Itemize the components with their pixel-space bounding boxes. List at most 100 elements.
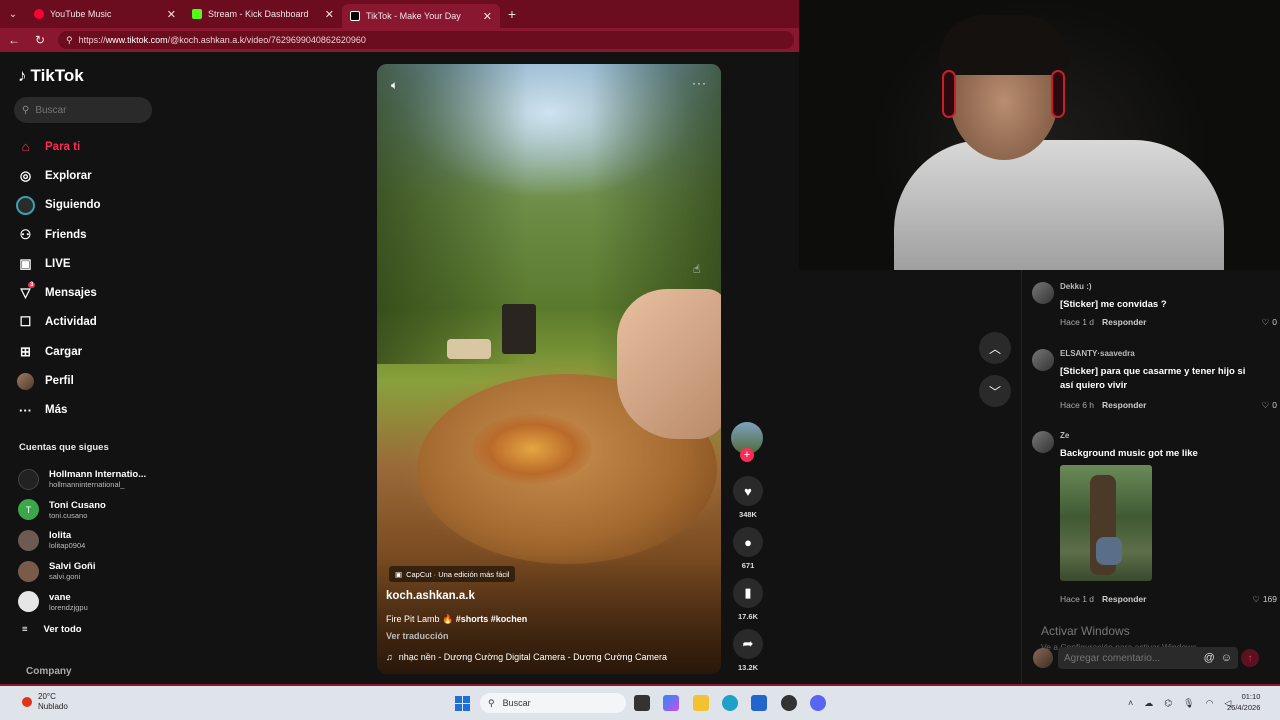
close-tab-icon[interactable]: ✕ bbox=[167, 8, 176, 21]
tab-youtube-music[interactable]: YouTube Music ✕ bbox=[26, 0, 184, 28]
sidebar: ♪ TikTok ⚲ ⌂ Para ti ◎ Explorar Siguiend bbox=[0, 52, 160, 686]
comment-like-button[interactable]: ♡ 169 bbox=[1252, 594, 1277, 605]
edge-icon[interactable] bbox=[722, 695, 738, 711]
file-explorer-icon[interactable] bbox=[693, 695, 709, 711]
sidebar-item-para-ti[interactable]: ⌂ Para ti bbox=[16, 132, 101, 161]
capcut-badge[interactable]: ▣ CapCut · Una edición más fácil bbox=[389, 566, 516, 582]
previous-video-button[interactable]: ︿ bbox=[979, 332, 1011, 364]
sidebar-item-friends[interactable]: ⚇ Friends bbox=[16, 220, 101, 249]
following-icon bbox=[16, 195, 35, 215]
task-view-icon[interactable] bbox=[634, 695, 650, 711]
search-icon: ⚲ bbox=[22, 104, 30, 116]
tab-menu-chevron-icon[interactable]: ⌄ bbox=[0, 0, 26, 28]
following-item[interactable]: T Toni Cusano toni.cusano bbox=[18, 495, 146, 526]
video-caption: Fire Pit Lamb 🔥 #shorts #kochen bbox=[386, 614, 527, 625]
video-music[interactable]: ♫ nhạc nền - Dương Cường Digital Camera … bbox=[386, 652, 667, 662]
wifi-icon[interactable]: ◠ bbox=[1206, 698, 1214, 709]
tiktok-note-icon: ♪ bbox=[18, 66, 27, 85]
tiktok-logo[interactable]: ♪ TikTok bbox=[18, 66, 84, 86]
weather-temp: 20°C bbox=[38, 692, 56, 701]
taskbar-search[interactable]: ⚲ Buscar bbox=[480, 693, 626, 713]
see-translation-link[interactable]: Ver traducción bbox=[386, 631, 449, 641]
comment-like-button[interactable]: ♡ 0 bbox=[1262, 400, 1277, 411]
avatar[interactable] bbox=[1032, 349, 1054, 371]
reload-icon[interactable]: ↻ bbox=[32, 33, 48, 47]
microphone-icon[interactable]: 🎙︎ bbox=[1183, 698, 1194, 709]
discord-icon[interactable] bbox=[810, 695, 826, 711]
comment-like-button[interactable]: ♡ 0 bbox=[1262, 317, 1277, 328]
avatar[interactable] bbox=[1032, 431, 1054, 453]
comment-username[interactable]: ELSANTY·saavedra bbox=[1060, 349, 1135, 358]
company-link[interactable]: Company bbox=[26, 666, 72, 677]
save-button[interactable]: ▮ 17.6K bbox=[731, 578, 765, 621]
comment-username[interactable]: Ze bbox=[1060, 431, 1069, 440]
obs-icon[interactable] bbox=[781, 695, 797, 711]
video-scene bbox=[617, 289, 721, 439]
site-info-icon[interactable]: ⚲ bbox=[66, 35, 73, 46]
reply-button[interactable]: Responder bbox=[1102, 400, 1146, 410]
sidebar-item-siguiendo[interactable]: Siguiendo bbox=[16, 191, 101, 220]
like-button[interactable]: ♥ 348K bbox=[731, 476, 765, 519]
store-icon[interactable] bbox=[751, 695, 767, 711]
capcut-label: CapCut · Una edición más fácil bbox=[406, 569, 510, 579]
clock-date: 26/4/2026 bbox=[1227, 703, 1261, 712]
follow-plus-icon[interactable]: + bbox=[740, 448, 754, 462]
tab-kick-dashboard[interactable]: Stream - Kick Dashboard ✕ bbox=[184, 0, 342, 28]
network-icon[interactable]: ⌬ bbox=[1164, 698, 1172, 709]
mute-icon[interactable]: 🔈︎ bbox=[391, 78, 398, 93]
weather-condition: Nublado bbox=[38, 702, 68, 711]
friends-icon: ⚇ bbox=[19, 226, 32, 242]
tab-tiktok[interactable]: TikTok - Make Your Day ✕ bbox=[342, 4, 500, 28]
video-author[interactable]: koch.ashkan.a.k bbox=[386, 590, 475, 602]
emoji-icon[interactable]: ☺ bbox=[1221, 652, 1232, 664]
reply-button[interactable]: Responder bbox=[1102, 594, 1146, 604]
compass-icon: ◎ bbox=[19, 167, 32, 183]
video-scene bbox=[502, 304, 536, 354]
following-item[interactable]: vane lorendzjgpu bbox=[18, 586, 146, 617]
sidebar-item-perfil[interactable]: Perfil bbox=[16, 366, 101, 395]
sidebar-item-mas[interactable]: ··· Más bbox=[16, 396, 101, 425]
following-item[interactable]: Salvi Goñi salvi.goni bbox=[18, 556, 146, 587]
more-options-icon[interactable]: ··· bbox=[692, 76, 707, 90]
caption-hashtags[interactable]: #shorts #kochen bbox=[456, 614, 528, 624]
cloud-icon[interactable]: ☁ bbox=[1144, 698, 1153, 709]
reply-button[interactable]: Responder bbox=[1102, 317, 1146, 327]
following-item[interactable]: lolita lolitap0904 bbox=[18, 525, 146, 556]
copilot-icon[interactable] bbox=[663, 695, 679, 711]
new-tab-button[interactable]: + bbox=[500, 0, 524, 28]
search-input[interactable] bbox=[35, 104, 136, 116]
taskbar-clock[interactable]: 01:10 26/4/2026 bbox=[1227, 691, 1260, 713]
profile-avatar bbox=[16, 372, 35, 391]
post-comment-button[interactable]: ↑ bbox=[1241, 649, 1259, 667]
video-scene bbox=[447, 339, 491, 359]
comment-input[interactable] bbox=[1064, 652, 1198, 664]
chevron-up-icon[interactable]: ˄ bbox=[1128, 698, 1133, 709]
weather-widget[interactable]: 20°C Nublado bbox=[22, 692, 68, 712]
comment-sticker-image[interactable] bbox=[1060, 465, 1152, 581]
comment-username[interactable]: Dekku :) bbox=[1060, 282, 1092, 291]
avatar bbox=[18, 529, 39, 551]
close-tab-icon[interactable]: ✕ bbox=[325, 8, 334, 21]
back-arrow-icon[interactable]: ← bbox=[6, 33, 22, 47]
next-video-button[interactable]: ﹀ bbox=[979, 375, 1011, 407]
video-player[interactable]: 🔈︎ ··· ☝︎ ▣ CapCut · Una edición más fác… bbox=[377, 64, 721, 674]
share-button[interactable]: ➦ 13.2K bbox=[731, 629, 765, 672]
comment-input-box[interactable]: @ ☺ bbox=[1058, 647, 1238, 669]
see-all-link[interactable]: ≡ Ver todo bbox=[22, 624, 82, 635]
windows-start-icon[interactable] bbox=[455, 696, 470, 711]
sidebar-item-cargar[interactable]: ⊞ Cargar bbox=[16, 337, 101, 366]
avatar[interactable] bbox=[1032, 282, 1054, 304]
following-name: vane bbox=[49, 591, 71, 603]
sidebar-item-explorar[interactable]: ◎ Explorar bbox=[16, 161, 101, 190]
comment-item: ELSANTY·saavedra [Sticker] para que casa… bbox=[1032, 349, 1277, 411]
mention-icon[interactable]: @ bbox=[1204, 652, 1215, 664]
sidebar-item-live[interactable]: ▣ LIVE bbox=[16, 249, 101, 278]
sidebar-item-mensajes[interactable]: ▽ 3 Mensajes bbox=[16, 278, 101, 307]
url-field[interactable]: ⚲ https://www.tiktok.com/@koch.ashkan.a.… bbox=[58, 31, 794, 49]
close-tab-icon[interactable]: ✕ bbox=[483, 10, 492, 23]
creator-avatar[interactable]: + bbox=[731, 422, 763, 462]
search-box[interactable]: ⚲ bbox=[14, 97, 152, 123]
following-item[interactable]: Hollmann Internatio... hollmanninternatio… bbox=[18, 464, 146, 495]
comment-button[interactable]: ● 671 bbox=[731, 527, 765, 570]
sidebar-item-actividad[interactable]: ☐ Actividad bbox=[16, 308, 101, 337]
